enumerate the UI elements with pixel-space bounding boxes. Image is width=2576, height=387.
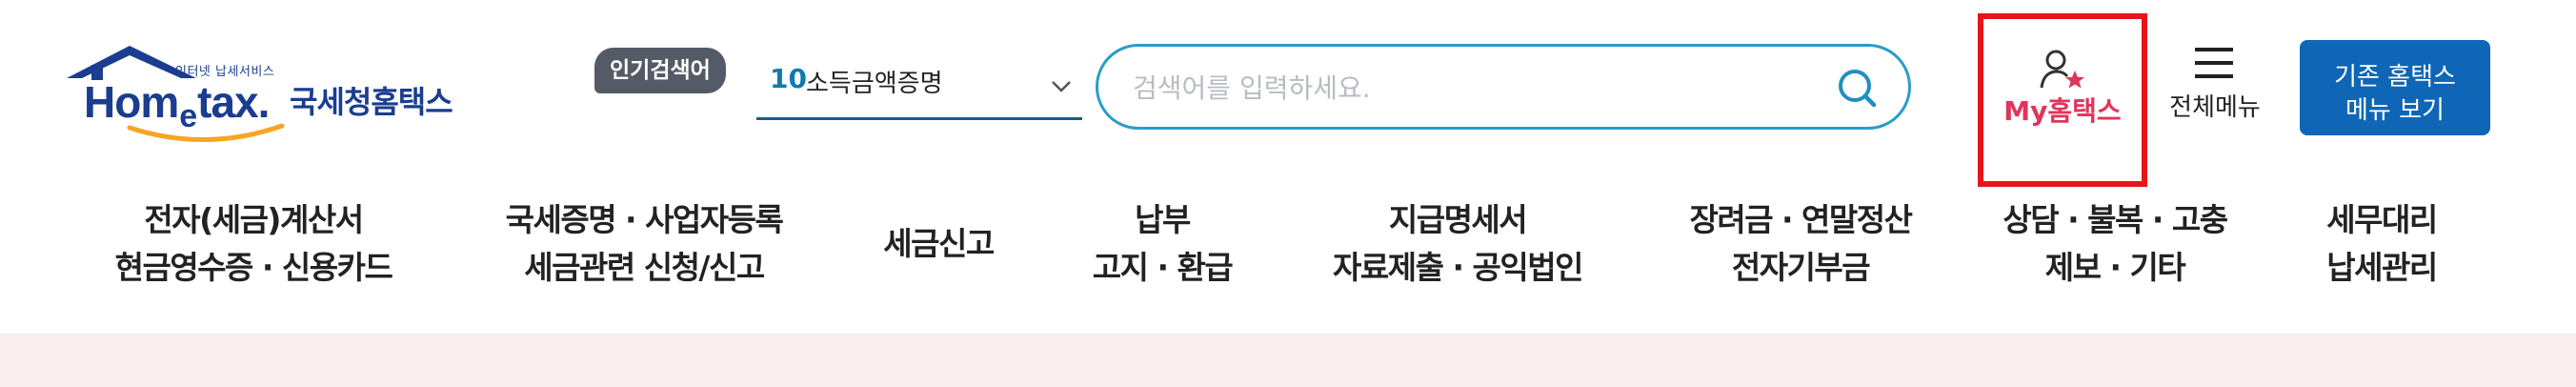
logo-subtitle: 국세청홈택스 <box>290 84 453 120</box>
all-menu-button[interactable]: 전체메뉴 <box>2157 38 2273 133</box>
popular-search-term: 소득금액증명 <box>806 70 943 98</box>
nav-item-label: 전자(세금)계산서 <box>144 201 364 238</box>
chevron-down-icon <box>1052 81 1071 92</box>
nav-item-incentives[interactable]: 장려금 · 연말정산 전자기부금 <box>1658 191 1943 297</box>
nav-item-label: 납부 <box>1135 201 1191 238</box>
nav-item-label: 현금영수증 · 신용카드 <box>114 249 393 286</box>
legacy-menu-label-line2: 메뉴 보기 <box>2345 96 2445 125</box>
nav-item-payment[interactable]: 납부 고지 · 환급 <box>1067 191 1258 297</box>
nav-item-consultation[interactable]: 상담 · 불복 · 고충 제보 · 기타 <box>1982 191 2248 297</box>
search-box <box>1096 44 1911 130</box>
logo-swoosh-icon <box>127 123 285 142</box>
nav-item-label: 납세관리 <box>2326 249 2438 286</box>
legacy-hometax-menu-button[interactable]: 기존 홈택스 메뉴 보기 <box>2300 40 2490 135</box>
popular-search-rank: 10 <box>770 63 807 94</box>
nav-item-label: 장려금 · 연말정산 <box>1689 201 1913 238</box>
nav-item-tax-filing[interactable]: 세금신고 <box>857 191 1019 297</box>
my-hometax-label: My홈택스 <box>2003 95 2122 127</box>
nav-item-payment-statements[interactable]: 지급명세서 자료제출 · 공익법인 <box>1305 191 1610 297</box>
nav-item-label: 전자기부금 <box>1731 249 1871 286</box>
my-hometax-button[interactable]: My홈택스 <box>1978 13 2147 187</box>
search-icon <box>1839 70 1877 108</box>
page: 인터넷 납세서비스 Hometax. 국세청홈택스 인기검색어 10 소득금액증… <box>0 0 2576 387</box>
popular-search-badge: 인기검색어 <box>594 48 726 93</box>
nav-item-label: 고지 · 환급 <box>1092 249 1234 286</box>
legacy-menu-label-line1: 기존 홈택스 <box>2334 63 2456 92</box>
nav-item-label: 국세증명 · 사업자등록 <box>505 201 784 238</box>
hometax-logo[interactable]: 인터넷 납세서비스 Hometax. 국세청홈택스 <box>63 40 482 145</box>
nav-item-label: 세금관련 신청/신고 <box>524 249 765 286</box>
nav-item-label: 제보 · 기타 <box>2044 249 2186 286</box>
nav-item-e-invoice[interactable]: 전자(세금)계산서 현금영수증 · 신용카드 <box>86 191 421 297</box>
search-input[interactable] <box>1133 64 1790 112</box>
search-button[interactable] <box>1830 62 1883 115</box>
nav-item-label: 자료제출 · 공익법인 <box>1333 249 1583 286</box>
main-navigation: 전자(세금)계산서 현금영수증 · 신용카드 국세증명 · 사업자등록 세금관련… <box>0 191 2576 334</box>
nav-item-certificates[interactable]: 국세증명 · 사업자등록 세금관련 신청/신고 <box>476 191 812 297</box>
nav-item-label: 지급명세서 <box>1388 201 1528 238</box>
hamburger-menu-icon <box>2195 48 2233 78</box>
user-star-icon <box>2040 50 2084 89</box>
nav-item-label: 세무대리 <box>2326 201 2438 238</box>
nav-item-label: 상담 · 불복 · 고충 <box>2002 201 2228 238</box>
nav-item-tax-agent[interactable]: 세무대리 납세관리 <box>2296 191 2467 297</box>
popular-search-dropdown[interactable]: 10 소득금액증명 <box>756 59 1082 120</box>
nav-item-label: 세금신고 <box>883 225 995 262</box>
all-menu-label: 전체메뉴 <box>2169 93 2261 122</box>
content-banner-area <box>0 334 2576 387</box>
